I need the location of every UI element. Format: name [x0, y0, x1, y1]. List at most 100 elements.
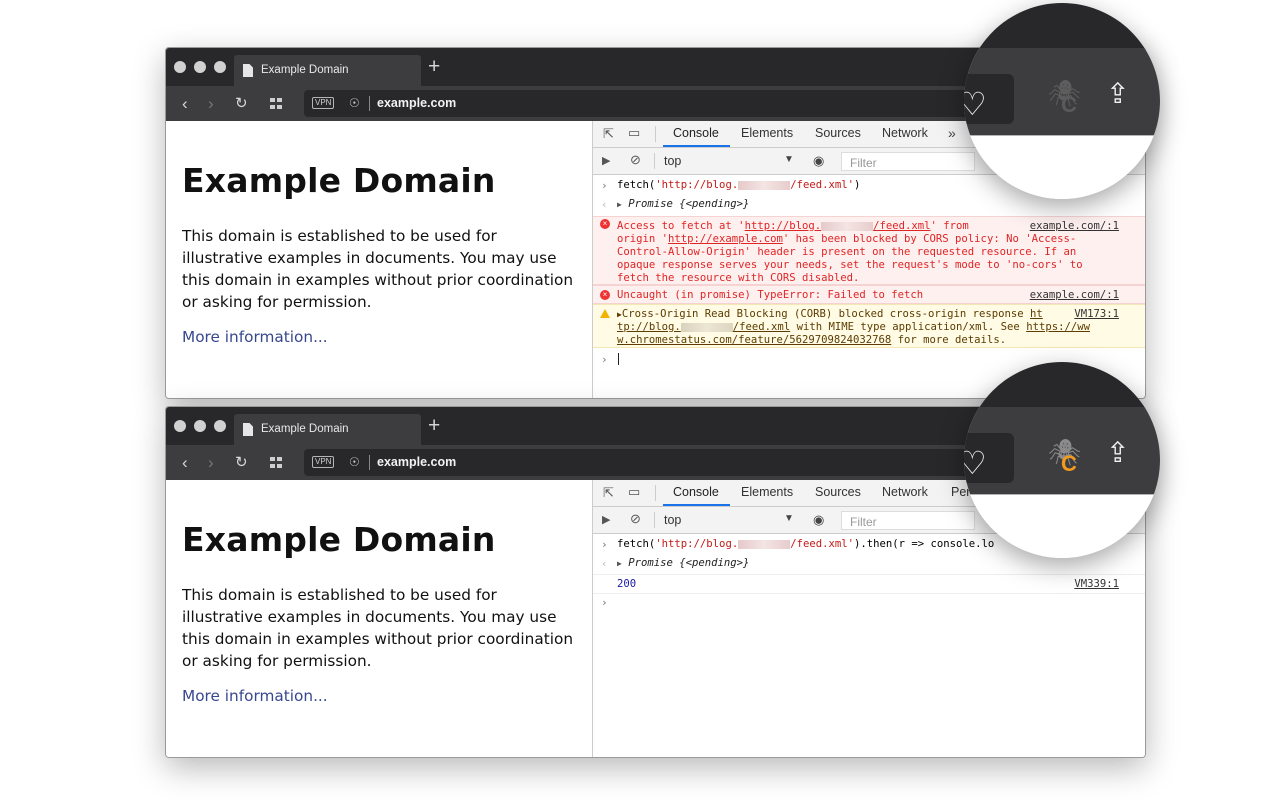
reload-icon[interactable]: ↻: [235, 454, 248, 471]
bookmark-button[interactable]: ♡: [964, 74, 1014, 124]
inspect-element-icon[interactable]: ⇱: [603, 486, 614, 500]
context-selector[interactable]: top: [664, 513, 681, 527]
close-window-button[interactable]: [174, 420, 186, 432]
close-window-button[interactable]: [174, 61, 186, 73]
warning-icon: [600, 309, 610, 318]
tab-elements[interactable]: Elements: [741, 126, 793, 140]
more-information-link[interactable]: More information...: [182, 687, 328, 705]
new-tab-button[interactable]: +: [428, 55, 440, 79]
heart-icon[interactable]: ♡: [964, 446, 987, 480]
tab-example-domain[interactable]: Example Domain: [234, 55, 421, 86]
vpn-badge[interactable]: VPN: [312, 456, 335, 468]
page-heading: Example Domain: [182, 161, 496, 200]
error-source-link[interactable]: example.com/:1: [1030, 220, 1119, 233]
tab-console[interactable]: Console: [673, 485, 719, 499]
zoomed-titlebar: [964, 3, 1160, 48]
address-bar[interactable]: VPN ☉ example.com: [304, 90, 1004, 117]
page-heading: Example Domain: [182, 520, 496, 559]
tab-separator: [655, 485, 656, 501]
warning-source-link[interactable]: VM173:1: [1074, 308, 1119, 321]
minimize-window-button[interactable]: [194, 61, 206, 73]
chevron-down-icon[interactable]: ▼: [784, 154, 794, 165]
tab-example-domain[interactable]: Example Domain: [234, 414, 421, 445]
promise-result: ▶ Promise {<pending>}: [617, 557, 750, 569]
share-icon[interactable]: ⇪: [1106, 78, 1129, 110]
forward-icon[interactable]: ›: [208, 454, 214, 471]
prompt-icon: ›: [601, 538, 608, 551]
tab-title: Example Domain: [261, 64, 349, 76]
bookmark-button[interactable]: ♡: [964, 433, 1014, 483]
speed-dial-icon[interactable]: [270, 457, 282, 468]
maximize-window-button[interactable]: [214, 61, 226, 73]
active-tab-indicator: [663, 145, 730, 147]
console-prompt-row[interactable]: ›: [593, 596, 1145, 610]
filter-separator: [654, 512, 655, 528]
eye-icon[interactable]: ◉: [813, 153, 824, 169]
zoom-callout-1: ♡ 🕷 C ⇪: [964, 3, 1160, 199]
page-paragraph: This domain is established to be used fo…: [182, 586, 574, 670]
share-icon[interactable]: ⇪: [1106, 437, 1129, 469]
context-selector[interactable]: top: [664, 154, 681, 168]
log-result-row: 200 VM339:1: [593, 574, 1145, 594]
promise-result: ▶ Promise {<pending>}: [617, 198, 750, 210]
prompt-icon: ›: [601, 596, 608, 609]
chevron-down-icon[interactable]: ▼: [784, 513, 794, 524]
device-toolbar-icon[interactable]: ▭: [628, 126, 640, 140]
more-information-link[interactable]: More information...: [182, 328, 328, 346]
vpn-badge[interactable]: VPN: [312, 97, 335, 109]
tab-elements[interactable]: Elements: [741, 485, 793, 499]
log-source-link[interactable]: VM339:1: [1074, 578, 1119, 591]
minimize-window-button[interactable]: [194, 420, 206, 432]
inspect-element-icon[interactable]: ⇱: [603, 127, 614, 141]
filter-input[interactable]: Filter: [841, 152, 975, 171]
promise-result-row[interactable]: ‹ ▶ Promise {<pending>}: [593, 557, 1145, 571]
promise-result-row[interactable]: ‹ ▶ Promise {<pending>}: [593, 198, 1145, 212]
prompt-icon: ›: [601, 353, 608, 366]
tab-network[interactable]: Network: [882, 126, 928, 140]
globe-icon: ☉: [349, 455, 360, 469]
extension-badge-active: C: [1061, 451, 1077, 476]
clear-console-icon[interactable]: ⊘: [630, 512, 641, 526]
tab-console[interactable]: Console: [673, 126, 719, 140]
document-icon: [243, 423, 253, 436]
zoom-callout-2: ♡ 🕷 C ⇪: [964, 362, 1160, 558]
corb-warning-message: ▶Cross-Origin Read Blocking (CORB) block…: [617, 308, 1090, 346]
device-toolbar-icon[interactable]: ▭: [628, 485, 640, 499]
error-icon: ×: [600, 219, 610, 229]
clear-console-icon[interactable]: ⊘: [630, 153, 641, 167]
console-output[interactable]: › fetch('http://blog./feed.xml').then(r …: [593, 534, 1145, 757]
zoomed-page-area: [964, 135, 1160, 199]
maximize-window-button[interactable]: [214, 420, 226, 432]
extension-badge: C: [1061, 92, 1077, 117]
page-paragraph: This domain is established to be used fo…: [182, 227, 574, 311]
error-source-link[interactable]: example.com/:1: [1030, 289, 1119, 302]
tab-sources[interactable]: Sources: [815, 485, 861, 499]
back-icon[interactable]: ‹: [182, 454, 188, 471]
url-separator: [369, 455, 370, 470]
address-bar[interactable]: VPN ☉ example.com: [304, 449, 1004, 476]
tab-network[interactable]: Network: [882, 485, 928, 499]
prompt-icon: ›: [601, 179, 608, 192]
tab-separator: [655, 126, 656, 142]
more-tabs-button[interactable]: »: [948, 125, 956, 141]
error-icon: ×: [600, 290, 610, 300]
url-text[interactable]: example.com: [377, 455, 456, 469]
filter-separator: [654, 153, 655, 169]
heart-icon[interactable]: ♡: [964, 87, 987, 121]
url-separator: [369, 96, 370, 111]
forward-icon[interactable]: ›: [208, 95, 214, 112]
zoomed-page-area: [964, 494, 1160, 558]
sidebar-toggle-icon[interactable]: ▶: [602, 513, 610, 527]
page-content: Example Domain This domain is establishe…: [166, 480, 592, 757]
return-icon: ‹: [601, 557, 608, 570]
new-tab-button[interactable]: +: [428, 414, 440, 438]
reload-icon[interactable]: ↻: [235, 95, 248, 112]
back-icon[interactable]: ‹: [182, 95, 188, 112]
tab-sources[interactable]: Sources: [815, 126, 861, 140]
eye-icon[interactable]: ◉: [813, 512, 824, 528]
url-text[interactable]: example.com: [377, 96, 456, 110]
sidebar-toggle-icon[interactable]: ▶: [602, 154, 610, 168]
filter-input[interactable]: Filter: [841, 511, 975, 530]
corb-warning-row: ▶Cross-Origin Read Blocking (CORB) block…: [593, 304, 1145, 348]
speed-dial-icon[interactable]: [270, 98, 282, 109]
